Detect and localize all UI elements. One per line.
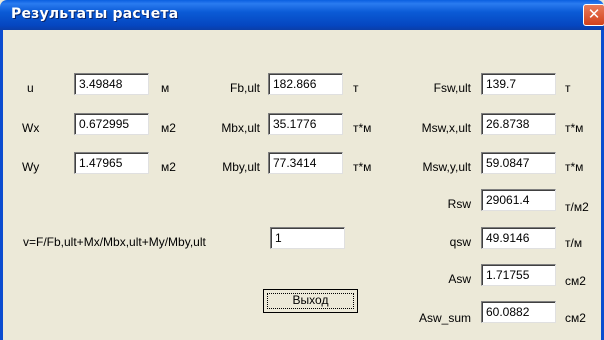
window-title: Результаты расчета bbox=[11, 6, 179, 22]
mbx-ult-unit: т*м bbox=[353, 121, 372, 135]
fsw-ult-unit: т bbox=[565, 81, 571, 95]
fb-ult-label: Fb,ult bbox=[229, 81, 260, 95]
fsw-ult-field[interactable]: 139.7 bbox=[481, 73, 556, 95]
fsw-ult-label: Fsw,ult bbox=[433, 81, 471, 95]
asw-unit: см2 bbox=[565, 274, 586, 288]
mby-ult-unit: т*м bbox=[353, 160, 372, 174]
u-label: u bbox=[27, 81, 34, 95]
mbx-ult-field[interactable]: 35.1776 bbox=[268, 113, 343, 135]
ratio-field[interactable]: 1 bbox=[270, 227, 345, 249]
qsw-unit: т/м bbox=[565, 236, 583, 250]
mby-ult-label: Mby,ult bbox=[222, 160, 260, 174]
qsw-label: qsw bbox=[449, 235, 471, 249]
wy-label: Wy bbox=[22, 160, 40, 174]
asw-sum-label: Asw_sum bbox=[418, 311, 471, 325]
asw-sum-field[interactable]: 60.0882 bbox=[481, 301, 556, 323]
qsw-field[interactable]: 49.9146 bbox=[481, 227, 556, 249]
ratio-label: v=F/Fb,ult+Mx/Mbx,ult+My/Mby,ult bbox=[23, 235, 206, 249]
fb-ult-unit: т bbox=[353, 81, 359, 95]
window-border-left bbox=[0, 30, 3, 340]
msw-y-ult-field[interactable]: 59.0847 bbox=[481, 152, 556, 174]
close-button[interactable]: ✕ bbox=[583, 4, 604, 26]
results-dialog: Результаты расчета ✕ u 3.49848 м Wx 0.67… bbox=[0, 0, 604, 340]
msw-x-ult-label: Msw,x,ult bbox=[421, 121, 471, 135]
msw-y-ult-label: Msw,y,ult bbox=[422, 160, 471, 174]
wx-field[interactable]: 0.672995 bbox=[74, 113, 149, 135]
asw-sum-unit: см2 bbox=[565, 311, 586, 325]
rsw-label: Rsw bbox=[447, 197, 471, 211]
wx-label: Wx bbox=[22, 121, 40, 135]
rsw-field[interactable]: 29061.4 bbox=[481, 189, 556, 211]
mbx-ult-label: Mbx,ult bbox=[221, 121, 260, 135]
close-icon: ✕ bbox=[587, 5, 601, 23]
asw-field[interactable]: 1.71755 bbox=[481, 264, 556, 286]
u-unit: м bbox=[161, 81, 170, 95]
exit-button[interactable]: Выход bbox=[263, 289, 358, 313]
wy-unit: м2 bbox=[161, 160, 176, 174]
u-field[interactable]: 3.49848 bbox=[74, 73, 149, 95]
msw-x-ult-unit: т*м bbox=[565, 121, 584, 135]
wy-field[interactable]: 1.47965 bbox=[74, 152, 149, 174]
msw-x-ult-field[interactable]: 26.8738 bbox=[481, 113, 556, 135]
rsw-unit: т/м2 bbox=[565, 200, 589, 214]
asw-label: Asw bbox=[448, 272, 471, 286]
mby-ult-field[interactable]: 77.3414 bbox=[268, 152, 343, 174]
fb-ult-field[interactable]: 182.866 bbox=[268, 73, 343, 95]
wx-unit: м2 bbox=[161, 121, 176, 135]
msw-y-ult-unit: т*м bbox=[565, 160, 584, 174]
exit-button-label: Выход bbox=[292, 293, 329, 307]
title-bar[interactable]: Результаты расчета ✕ bbox=[0, 0, 604, 30]
